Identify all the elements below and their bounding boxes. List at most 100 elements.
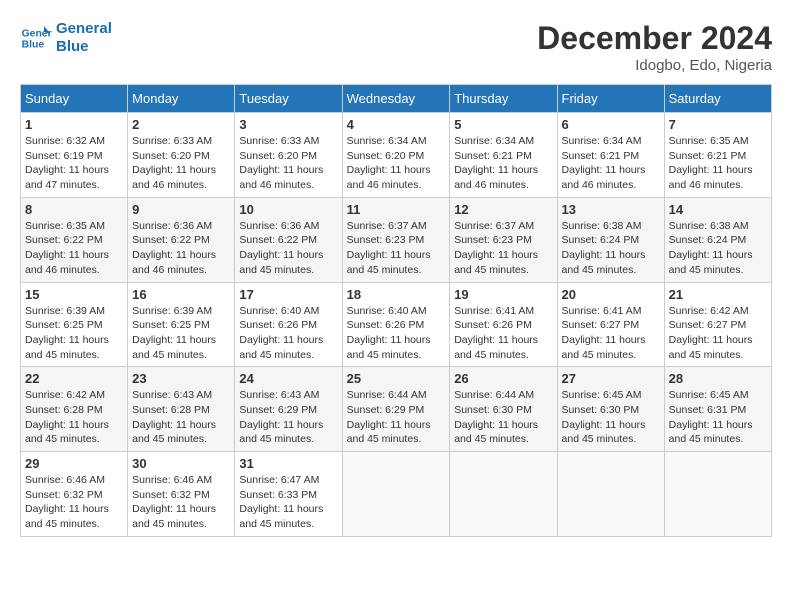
day-number: 8 <box>25 202 123 217</box>
day-detail: Sunrise: 6:44 AMSunset: 6:29 PMDaylight:… <box>347 388 446 447</box>
day-detail: Sunrise: 6:47 AMSunset: 6:33 PMDaylight:… <box>239 473 337 532</box>
day-number: 17 <box>239 287 337 302</box>
day-detail: Sunrise: 6:37 AMSunset: 6:23 PMDaylight:… <box>347 219 446 278</box>
day-number: 9 <box>132 202 230 217</box>
day-detail: Sunrise: 6:42 AMSunset: 6:27 PMDaylight:… <box>669 304 767 363</box>
calendar-cell: 28 Sunrise: 6:45 AMSunset: 6:31 PMDaylig… <box>664 367 771 452</box>
calendar-cell: 3 Sunrise: 6:33 AMSunset: 6:20 PMDayligh… <box>235 113 342 198</box>
day-number: 25 <box>347 371 446 386</box>
day-detail: Sunrise: 6:33 AMSunset: 6:20 PMDaylight:… <box>132 134 230 193</box>
calendar-cell: 29 Sunrise: 6:46 AMSunset: 6:32 PMDaylig… <box>21 452 128 537</box>
calendar-cell: 13 Sunrise: 6:38 AMSunset: 6:24 PMDaylig… <box>557 197 664 282</box>
calendar-cell <box>557 452 664 537</box>
logo-icon: General Blue <box>20 22 52 54</box>
calendar-cell: 14 Sunrise: 6:38 AMSunset: 6:24 PMDaylig… <box>664 197 771 282</box>
col-saturday: Saturday <box>664 85 771 113</box>
day-detail: Sunrise: 6:34 AMSunset: 6:20 PMDaylight:… <box>347 134 446 193</box>
day-number: 30 <box>132 456 230 471</box>
day-number: 16 <box>132 287 230 302</box>
day-detail: Sunrise: 6:34 AMSunset: 6:21 PMDaylight:… <box>454 134 552 193</box>
day-detail: Sunrise: 6:41 AMSunset: 6:26 PMDaylight:… <box>454 304 552 363</box>
day-number: 10 <box>239 202 337 217</box>
day-number: 20 <box>562 287 660 302</box>
svg-text:Blue: Blue <box>22 40 45 51</box>
col-friday: Friday <box>557 85 664 113</box>
calendar-row: 15 Sunrise: 6:39 AMSunset: 6:25 PMDaylig… <box>21 282 772 367</box>
day-number: 3 <box>239 117 337 132</box>
day-number: 6 <box>562 117 660 132</box>
calendar-cell: 22 Sunrise: 6:42 AMSunset: 6:28 PMDaylig… <box>21 367 128 452</box>
day-number: 13 <box>562 202 660 217</box>
calendar-cell: 17 Sunrise: 6:40 AMSunset: 6:26 PMDaylig… <box>235 282 342 367</box>
calendar-cell: 2 Sunrise: 6:33 AMSunset: 6:20 PMDayligh… <box>128 113 235 198</box>
calendar-row: 29 Sunrise: 6:46 AMSunset: 6:32 PMDaylig… <box>21 452 772 537</box>
day-number: 28 <box>669 371 767 386</box>
day-number: 31 <box>239 456 337 471</box>
day-number: 23 <box>132 371 230 386</box>
calendar-cell: 27 Sunrise: 6:45 AMSunset: 6:30 PMDaylig… <box>557 367 664 452</box>
month-title: December 2024 <box>537 20 772 57</box>
day-number: 1 <box>25 117 123 132</box>
location: Idogbo, Edo, Nigeria <box>537 57 772 74</box>
day-detail: Sunrise: 6:39 AMSunset: 6:25 PMDaylight:… <box>25 304 123 363</box>
day-detail: Sunrise: 6:36 AMSunset: 6:22 PMDaylight:… <box>239 219 337 278</box>
calendar-cell: 21 Sunrise: 6:42 AMSunset: 6:27 PMDaylig… <box>664 282 771 367</box>
col-monday: Monday <box>128 85 235 113</box>
day-number: 15 <box>25 287 123 302</box>
day-detail: Sunrise: 6:43 AMSunset: 6:28 PMDaylight:… <box>132 388 230 447</box>
calendar-cell: 16 Sunrise: 6:39 AMSunset: 6:25 PMDaylig… <box>128 282 235 367</box>
day-detail: Sunrise: 6:41 AMSunset: 6:27 PMDaylight:… <box>562 304 660 363</box>
logo-line1: General <box>56 20 112 38</box>
col-thursday: Thursday <box>450 85 557 113</box>
col-sunday: Sunday <box>21 85 128 113</box>
day-detail: Sunrise: 6:35 AMSunset: 6:22 PMDaylight:… <box>25 219 123 278</box>
calendar-cell: 5 Sunrise: 6:34 AMSunset: 6:21 PMDayligh… <box>450 113 557 198</box>
col-tuesday: Tuesday <box>235 85 342 113</box>
day-detail: Sunrise: 6:35 AMSunset: 6:21 PMDaylight:… <box>669 134 767 193</box>
calendar-cell <box>664 452 771 537</box>
logo: General Blue General Blue <box>20 20 112 56</box>
day-detail: Sunrise: 6:42 AMSunset: 6:28 PMDaylight:… <box>25 388 123 447</box>
calendar-cell: 31 Sunrise: 6:47 AMSunset: 6:33 PMDaylig… <box>235 452 342 537</box>
calendar-header-row: Sunday Monday Tuesday Wednesday Thursday… <box>21 85 772 113</box>
day-detail: Sunrise: 6:39 AMSunset: 6:25 PMDaylight:… <box>132 304 230 363</box>
day-number: 19 <box>454 287 552 302</box>
calendar-row: 8 Sunrise: 6:35 AMSunset: 6:22 PMDayligh… <box>21 197 772 282</box>
calendar-cell: 25 Sunrise: 6:44 AMSunset: 6:29 PMDaylig… <box>342 367 450 452</box>
calendar-cell: 23 Sunrise: 6:43 AMSunset: 6:28 PMDaylig… <box>128 367 235 452</box>
calendar-cell: 24 Sunrise: 6:43 AMSunset: 6:29 PMDaylig… <box>235 367 342 452</box>
calendar-cell: 12 Sunrise: 6:37 AMSunset: 6:23 PMDaylig… <box>450 197 557 282</box>
col-wednesday: Wednesday <box>342 85 450 113</box>
calendar-table: Sunday Monday Tuesday Wednesday Thursday… <box>20 84 772 537</box>
title-block: December 2024 Idogbo, Edo, Nigeria <box>537 20 772 74</box>
day-detail: Sunrise: 6:36 AMSunset: 6:22 PMDaylight:… <box>132 219 230 278</box>
calendar-cell: 26 Sunrise: 6:44 AMSunset: 6:30 PMDaylig… <box>450 367 557 452</box>
calendar-cell: 30 Sunrise: 6:46 AMSunset: 6:32 PMDaylig… <box>128 452 235 537</box>
day-number: 21 <box>669 287 767 302</box>
calendar-row: 1 Sunrise: 6:32 AMSunset: 6:19 PMDayligh… <box>21 113 772 198</box>
day-number: 11 <box>347 202 446 217</box>
day-number: 4 <box>347 117 446 132</box>
day-number: 29 <box>25 456 123 471</box>
calendar-cell: 6 Sunrise: 6:34 AMSunset: 6:21 PMDayligh… <box>557 113 664 198</box>
calendar-cell: 10 Sunrise: 6:36 AMSunset: 6:22 PMDaylig… <box>235 197 342 282</box>
day-detail: Sunrise: 6:43 AMSunset: 6:29 PMDaylight:… <box>239 388 337 447</box>
day-detail: Sunrise: 6:33 AMSunset: 6:20 PMDaylight:… <box>239 134 337 193</box>
calendar-cell: 1 Sunrise: 6:32 AMSunset: 6:19 PMDayligh… <box>21 113 128 198</box>
calendar-cell: 9 Sunrise: 6:36 AMSunset: 6:22 PMDayligh… <box>128 197 235 282</box>
day-detail: Sunrise: 6:38 AMSunset: 6:24 PMDaylight:… <box>669 219 767 278</box>
day-detail: Sunrise: 6:37 AMSunset: 6:23 PMDaylight:… <box>454 219 552 278</box>
day-number: 14 <box>669 202 767 217</box>
day-detail: Sunrise: 6:38 AMSunset: 6:24 PMDaylight:… <box>562 219 660 278</box>
calendar-cell: 7 Sunrise: 6:35 AMSunset: 6:21 PMDayligh… <box>664 113 771 198</box>
day-number: 5 <box>454 117 552 132</box>
day-number: 27 <box>562 371 660 386</box>
day-detail: Sunrise: 6:40 AMSunset: 6:26 PMDaylight:… <box>347 304 446 363</box>
calendar-cell: 20 Sunrise: 6:41 AMSunset: 6:27 PMDaylig… <box>557 282 664 367</box>
day-number: 2 <box>132 117 230 132</box>
day-detail: Sunrise: 6:40 AMSunset: 6:26 PMDaylight:… <box>239 304 337 363</box>
calendar-cell: 19 Sunrise: 6:41 AMSunset: 6:26 PMDaylig… <box>450 282 557 367</box>
logo-line2: Blue <box>56 38 112 56</box>
day-detail: Sunrise: 6:34 AMSunset: 6:21 PMDaylight:… <box>562 134 660 193</box>
day-detail: Sunrise: 6:45 AMSunset: 6:30 PMDaylight:… <box>562 388 660 447</box>
